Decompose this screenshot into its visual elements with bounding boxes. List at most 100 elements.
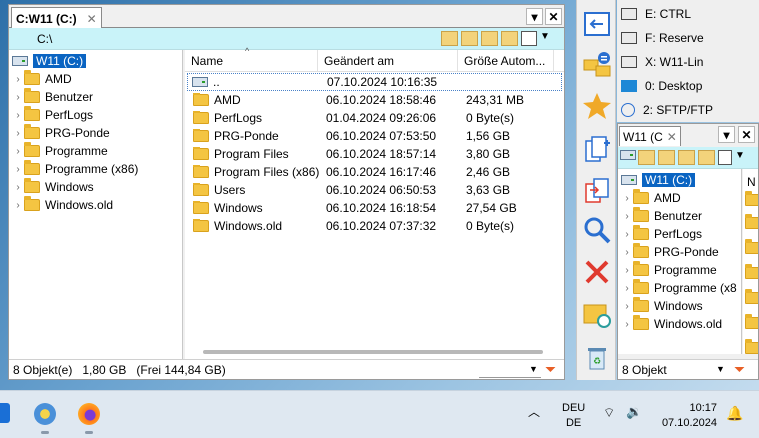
filter-icon[interactable]: ⏷ [545, 361, 556, 378]
right-path-bar[interactable]: ▼ [618, 147, 758, 169]
tree-item[interactable]: › Programme (x8 [618, 279, 741, 297]
path-bar[interactable]: C:\ ▼ [9, 28, 564, 50]
parent-row[interactable]: .. 07.10.2024 10:16:35 [187, 73, 562, 91]
favorites-icon[interactable] [461, 31, 478, 46]
file-row[interactable]: Windows 06.10.2024 16:18:54 27,54 GB [185, 199, 564, 217]
drive-item[interactable]: 2: SFTP/FTP [621, 98, 759, 122]
tree-item-label: Programme [654, 263, 717, 277]
notification-bell-icon[interactable]: 🔔 [726, 405, 743, 422]
delete-button[interactable] [581, 256, 613, 288]
chevron-right-icon[interactable]: › [12, 92, 24, 103]
copy-move-button[interactable] [581, 175, 613, 207]
tab-dropdown-button[interactable]: ▾ [526, 8, 543, 25]
left-panel-tab[interactable]: C:W11 (C:) ✕ [11, 7, 102, 29]
file-row[interactable]: Program Files 06.10.2024 18:57:14 3,80 GB [185, 145, 564, 163]
chevron-down-icon[interactable]: ▼ [540, 31, 550, 46]
tree-item[interactable]: › Windows [9, 178, 182, 196]
drive-item[interactable]: F: Reserve [621, 26, 759, 50]
tree-item[interactable]: › Windows.old [618, 315, 741, 333]
chevron-right-icon[interactable]: › [621, 265, 633, 276]
chevron-right-icon[interactable]: › [621, 283, 633, 294]
tree-item[interactable]: › Programme [9, 142, 182, 160]
drive-item[interactable]: 0: Desktop [621, 74, 759, 98]
favorites-button[interactable] [581, 90, 613, 122]
chevron-right-icon[interactable]: › [12, 74, 24, 85]
chevron-right-icon[interactable]: › [621, 193, 633, 204]
file-row[interactable]: PerfLogs 01.04.2024 09:26:06 0 Byte(s) [185, 109, 564, 127]
tree-item[interactable]: › Benutzer [9, 88, 182, 106]
close-panel-button[interactable]: ✕ [545, 8, 562, 25]
drive-item[interactable]: E: CTRL [621, 2, 759, 26]
tree-item[interactable]: › Windows.old [9, 196, 182, 214]
tree-item[interactable]: › Programme (x86) [9, 160, 182, 178]
firefox-icon[interactable] [78, 403, 100, 425]
tree-item[interactable]: › Windows [618, 297, 741, 315]
swap-panels-button[interactable] [581, 8, 613, 40]
tree-item[interactable]: › PRG-Ponde [9, 124, 182, 142]
file-size: 3,63 GB [466, 183, 511, 197]
copy-path-icon[interactable] [521, 31, 537, 46]
chevron-right-icon[interactable]: › [12, 146, 24, 157]
clock[interactable]: 10:17 07.10.2024 [655, 401, 717, 431]
col-name[interactable]: Name [185, 50, 318, 71]
volume-icon[interactable]: 🔉 [626, 404, 642, 420]
root-folder-icon[interactable] [698, 150, 715, 165]
tree-root[interactable]: W11 (C:) [618, 171, 741, 189]
close-tab-icon[interactable]: ✕ [87, 12, 97, 26]
tree-item[interactable]: › Benutzer [618, 207, 741, 225]
col-modified[interactable]: Geändert am [318, 50, 458, 71]
folder-up-icon[interactable] [678, 150, 695, 165]
col-size[interactable]: Größe Autom... [458, 50, 554, 71]
file-row[interactable]: PRG-Ponde 06.10.2024 07:53:50 1,56 GB [185, 127, 564, 145]
drive-item[interactable]: X: W11-Lin [621, 50, 759, 74]
tree-item[interactable]: › AMD [618, 189, 741, 207]
close-panel-button[interactable]: ✕ [738, 126, 755, 143]
wifi-icon[interactable]: ⌔ [603, 405, 615, 421]
chevron-right-icon[interactable]: › [12, 164, 24, 175]
file-row[interactable]: Windows.old 06.10.2024 07:37:32 0 Byte(s) [185, 217, 564, 235]
chevron-down-icon[interactable]: ▼ [735, 150, 745, 165]
filter-icon[interactable]: ⏷ [734, 361, 745, 378]
horizontal-scrollbar[interactable] [203, 350, 543, 354]
chevron-right-icon[interactable]: › [621, 319, 633, 330]
copy-path-icon[interactable] [718, 150, 732, 165]
close-tab-icon[interactable]: ✕ [667, 130, 677, 144]
file-row[interactable]: Program Files (x86) 06.10.2024 16:17:46 2,… [185, 163, 564, 181]
compare-folders-button[interactable] [581, 48, 613, 80]
chevron-right-icon[interactable]: › [621, 301, 633, 312]
right-col-name[interactable]: N [743, 169, 758, 191]
chevron-right-icon[interactable]: › [12, 128, 24, 139]
chevron-right-icon[interactable]: › [12, 110, 24, 121]
history-icon[interactable] [441, 31, 458, 46]
tree-item[interactable]: › PerfLogs [9, 106, 182, 124]
favorites-icon[interactable] [658, 150, 675, 165]
tree-item-label: Programme [45, 144, 108, 158]
settings-app-icon[interactable] [34, 403, 56, 425]
tree-item[interactable]: › PerfLogs [618, 225, 741, 243]
folder-up-icon[interactable] [481, 31, 498, 46]
tree-item[interactable]: › PRG-Ponde [618, 243, 741, 261]
file-row[interactable]: Users 06.10.2024 06:50:53 3,63 GB [185, 181, 564, 199]
chevron-right-icon[interactable]: › [621, 211, 633, 222]
chevron-down-icon[interactable]: ▼ [529, 364, 538, 374]
sync-folders-button[interactable] [581, 298, 613, 330]
show-hidden-icons[interactable]: ︿ [528, 403, 540, 420]
file-row[interactable]: AMD 06.10.2024 18:58:46 243,31 MB [185, 91, 564, 109]
tree-root[interactable]: W11 (C:) [9, 52, 182, 70]
tab-dropdown-button[interactable]: ▾ [718, 126, 735, 143]
chevron-right-icon[interactable]: › [621, 229, 633, 240]
tree-item[interactable]: › Programme [618, 261, 741, 279]
chevron-right-icon[interactable]: › [621, 247, 633, 258]
chevron-right-icon[interactable]: › [12, 182, 24, 193]
recycle-bin-button[interactable]: ♻ [581, 342, 613, 374]
language-indicator[interactable]: DEU DE [562, 401, 585, 431]
search-button[interactable] [581, 214, 613, 246]
chevron-down-icon[interactable]: ▼ [716, 364, 725, 374]
chevron-right-icon[interactable]: › [12, 200, 24, 211]
root-folder-icon[interactable] [501, 31, 518, 46]
new-file-button[interactable] [581, 134, 613, 166]
history-icon[interactable] [638, 150, 655, 165]
tree-item[interactable]: › AMD [9, 70, 182, 88]
start-icon[interactable] [0, 403, 10, 423]
right-panel-tab[interactable]: W11 (C ✕ [619, 126, 681, 146]
